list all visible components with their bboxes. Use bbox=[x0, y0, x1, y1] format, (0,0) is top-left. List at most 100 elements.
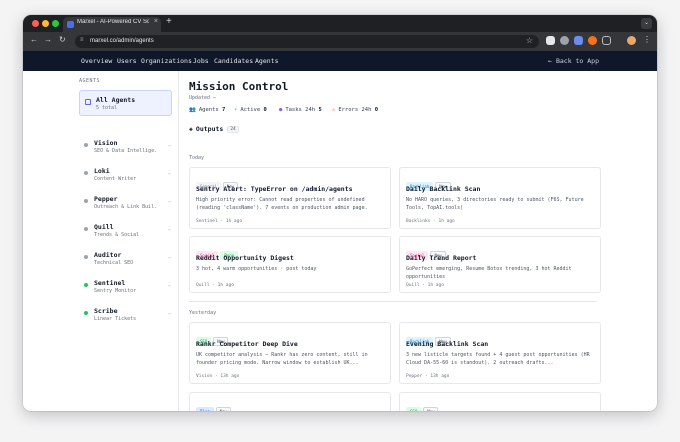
close-window-button[interactable] bbox=[32, 20, 39, 27]
status-dot bbox=[84, 227, 88, 231]
nav-candidates[interactable]: Candidates bbox=[214, 57, 253, 65]
address-bar[interactable]: ≡ marxel.co/admin/agents ☆ bbox=[75, 35, 539, 48]
sidebar-item-agent[interactable]: Scribe Linear Tickets ⌄ bbox=[79, 306, 174, 328]
status-dot bbox=[84, 311, 88, 315]
chevron-down-icon[interactable]: ⌄ bbox=[168, 254, 171, 260]
card-title: SEO Crawl Synthesis bbox=[406, 410, 480, 411]
divider bbox=[189, 301, 597, 302]
browser-menu-icon[interactable]: ⋮ bbox=[643, 35, 651, 44]
chevron-down-icon[interactable]: ⌄ bbox=[168, 142, 171, 148]
minimize-window-button[interactable] bbox=[42, 20, 49, 27]
card-body: 3 hot, 4 warm opportunities · post today bbox=[196, 266, 317, 272]
stat-value: 0 bbox=[263, 107, 267, 113]
stat-icon: ● bbox=[279, 107, 283, 113]
card-title: Daily Trend Report bbox=[406, 254, 477, 262]
sidebar-heading: AGENTS bbox=[79, 78, 101, 84]
card-meta: Backlinks · 1h ago bbox=[406, 219, 455, 224]
agent-name: Auditor bbox=[94, 251, 122, 259]
card-meta: Quill · 1h ago bbox=[196, 283, 234, 288]
output-card[interactable]: BlogNewBlog Repurpose: Social Content bbox=[189, 392, 391, 411]
new-tab-button[interactable]: + bbox=[166, 16, 172, 27]
sidebar-item-agent[interactable]: Auditor Technical SEO ⌄ bbox=[79, 250, 174, 272]
output-card[interactable]: Backlink New Evening Backlink Scan 3 new li… bbox=[399, 322, 601, 384]
browser-window: Marxel - AI-Powered CV Scre... × + ⌄ ← →… bbox=[23, 15, 657, 411]
section-label-today: Today bbox=[189, 155, 205, 161]
nav-overview[interactable]: Overview bbox=[81, 57, 112, 65]
chevron-down-icon[interactable]: ⌄ bbox=[168, 282, 171, 288]
agent-role: Sentry Monitor bbox=[94, 288, 137, 294]
sidebar-item-agent[interactable]: Pepper Outreach & Link Buil... ⌄ bbox=[79, 194, 174, 216]
output-card[interactable]: Social Done Reddit Opportunity Digest 3 hot… bbox=[189, 236, 391, 293]
chevron-down-icon[interactable]: ⌄ bbox=[168, 310, 171, 316]
bookmark-star-icon[interactable]: ☆ bbox=[526, 36, 533, 45]
agent-name: Quill bbox=[94, 223, 114, 231]
extension-icon[interactable] bbox=[574, 36, 583, 45]
reload-icon[interactable]: ↻ bbox=[59, 35, 66, 44]
profile-avatar[interactable] bbox=[627, 36, 636, 45]
card-title: Reddit Opportunity Digest bbox=[196, 254, 294, 262]
stat-icon: ⚡ bbox=[234, 107, 238, 113]
card-body: GoPerfect emerging, Resume Botox trendin… bbox=[406, 266, 572, 280]
outputs-label: Outputs bbox=[195, 125, 224, 133]
status-dot bbox=[84, 143, 88, 147]
tab-search-icon[interactable]: ⌄ bbox=[641, 18, 652, 29]
stat-item: 👥 Agents 7 bbox=[189, 107, 225, 113]
maximize-window-button[interactable] bbox=[52, 20, 59, 27]
extension-icon[interactable] bbox=[560, 36, 569, 45]
chevron-down-icon[interactable]: ⌄ bbox=[168, 226, 171, 232]
output-card[interactable]: Backlink New Daily Backlink Scan No HARO qu… bbox=[399, 167, 601, 229]
output-card[interactable]: SEONewSEO Crawl Synthesis bbox=[399, 392, 601, 411]
stat-icon: 👥 bbox=[189, 107, 196, 113]
output-card[interactable]: General New Sentry Alert: TypeError on /ad… bbox=[189, 167, 391, 229]
stat-value: 0 bbox=[374, 107, 379, 113]
stat-label: Agents bbox=[198, 107, 219, 113]
forward-arrow-icon[interactable]: → bbox=[44, 35, 52, 44]
sidebar-item-agent[interactable]: Vision SEO & Data Intellige... ⌄ bbox=[79, 138, 174, 160]
output-card[interactable]: SEO New Rankr Competitor Deep Dive UK compe… bbox=[189, 322, 391, 384]
browser-toolbar: ← → ↻ ≡ marxel.co/admin/agents ☆ ⋮ bbox=[23, 32, 657, 51]
back-to-app-link[interactable]: ← Back to App bbox=[548, 57, 599, 65]
stat-item: ⚡ Active 0 bbox=[234, 107, 267, 113]
extension-icon[interactable] bbox=[546, 36, 555, 45]
stat-icon: ⚠ bbox=[332, 107, 336, 113]
sidebar-item-agent[interactable]: Quill Trends & Social ⌄ bbox=[79, 222, 174, 244]
stat-value: 5 bbox=[318, 107, 322, 113]
browser-tab[interactable]: Marxel - AI-Powered CV Scre... × bbox=[63, 17, 161, 32]
sidebar-item-agent[interactable]: Loki Content Writer ⌄ bbox=[79, 166, 174, 188]
output-card[interactable]: Social New Daily Trend Report GoPerfect eme… bbox=[399, 236, 601, 293]
updated-text: Updated — bbox=[189, 95, 217, 101]
nav-organizations[interactable]: Organizations bbox=[141, 57, 192, 65]
nav-jobs[interactable]: Jobs bbox=[193, 57, 209, 65]
chevron-down-icon[interactable]: ⌄ bbox=[168, 198, 171, 204]
card-body: High priority error: Cannot read propert… bbox=[196, 197, 368, 211]
section-label-yesterday: Yesterday bbox=[189, 310, 217, 316]
agent-name: Sentinel bbox=[94, 279, 126, 287]
stat-label: Tasks 24h bbox=[285, 107, 316, 113]
card-meta: Quill · 1h ago bbox=[406, 283, 444, 288]
status-dot bbox=[84, 199, 88, 203]
chevron-down-icon[interactable]: ⌄ bbox=[168, 170, 171, 176]
tab-close-button[interactable]: × bbox=[154, 18, 158, 25]
tab-title: Marxel - AI-Powered CV Scre... bbox=[77, 19, 149, 25]
extension-icon[interactable] bbox=[588, 36, 597, 45]
back-arrow-icon[interactable]: ← bbox=[30, 35, 38, 44]
agent-role: Trends & Social bbox=[94, 232, 140, 238]
sidebar-item-all-agents[interactable]: All Agents 5 total bbox=[79, 90, 172, 116]
card-meta: Sentinel · 1h ago bbox=[196, 219, 243, 224]
stat-item: ⚠ Errors 24h 0 bbox=[332, 107, 378, 113]
nav-agents[interactable]: Agents bbox=[255, 57, 278, 65]
url-text[interactable]: marxel.co/admin/agents bbox=[90, 38, 154, 44]
sidebar-item-agent[interactable]: Sentinel Sentry Monitor ⌄ bbox=[79, 278, 174, 300]
page-title: Mission Control bbox=[189, 80, 289, 93]
card-title: Blog Repurpose: Social Content bbox=[196, 410, 313, 411]
stat-value: 7 bbox=[222, 107, 226, 113]
agents-sidebar: AGENTS All Agents 5 total Vision SEO & Da… bbox=[23, 71, 179, 411]
puzzle-extensions-icon[interactable] bbox=[602, 36, 611, 45]
site-info-icon[interactable]: ≡ bbox=[80, 37, 84, 43]
main-content: Mission Control Updated — 👥 Agents 7 ⚡ Acti… bbox=[179, 71, 657, 411]
nav-users[interactable]: Users bbox=[117, 57, 137, 65]
sidebar-item-sub: 5 total bbox=[96, 105, 118, 111]
card-body: No HARO queries, 3 directories ready to … bbox=[406, 197, 584, 211]
agent-name: Vision bbox=[94, 139, 118, 147]
grid-icon bbox=[85, 99, 91, 105]
